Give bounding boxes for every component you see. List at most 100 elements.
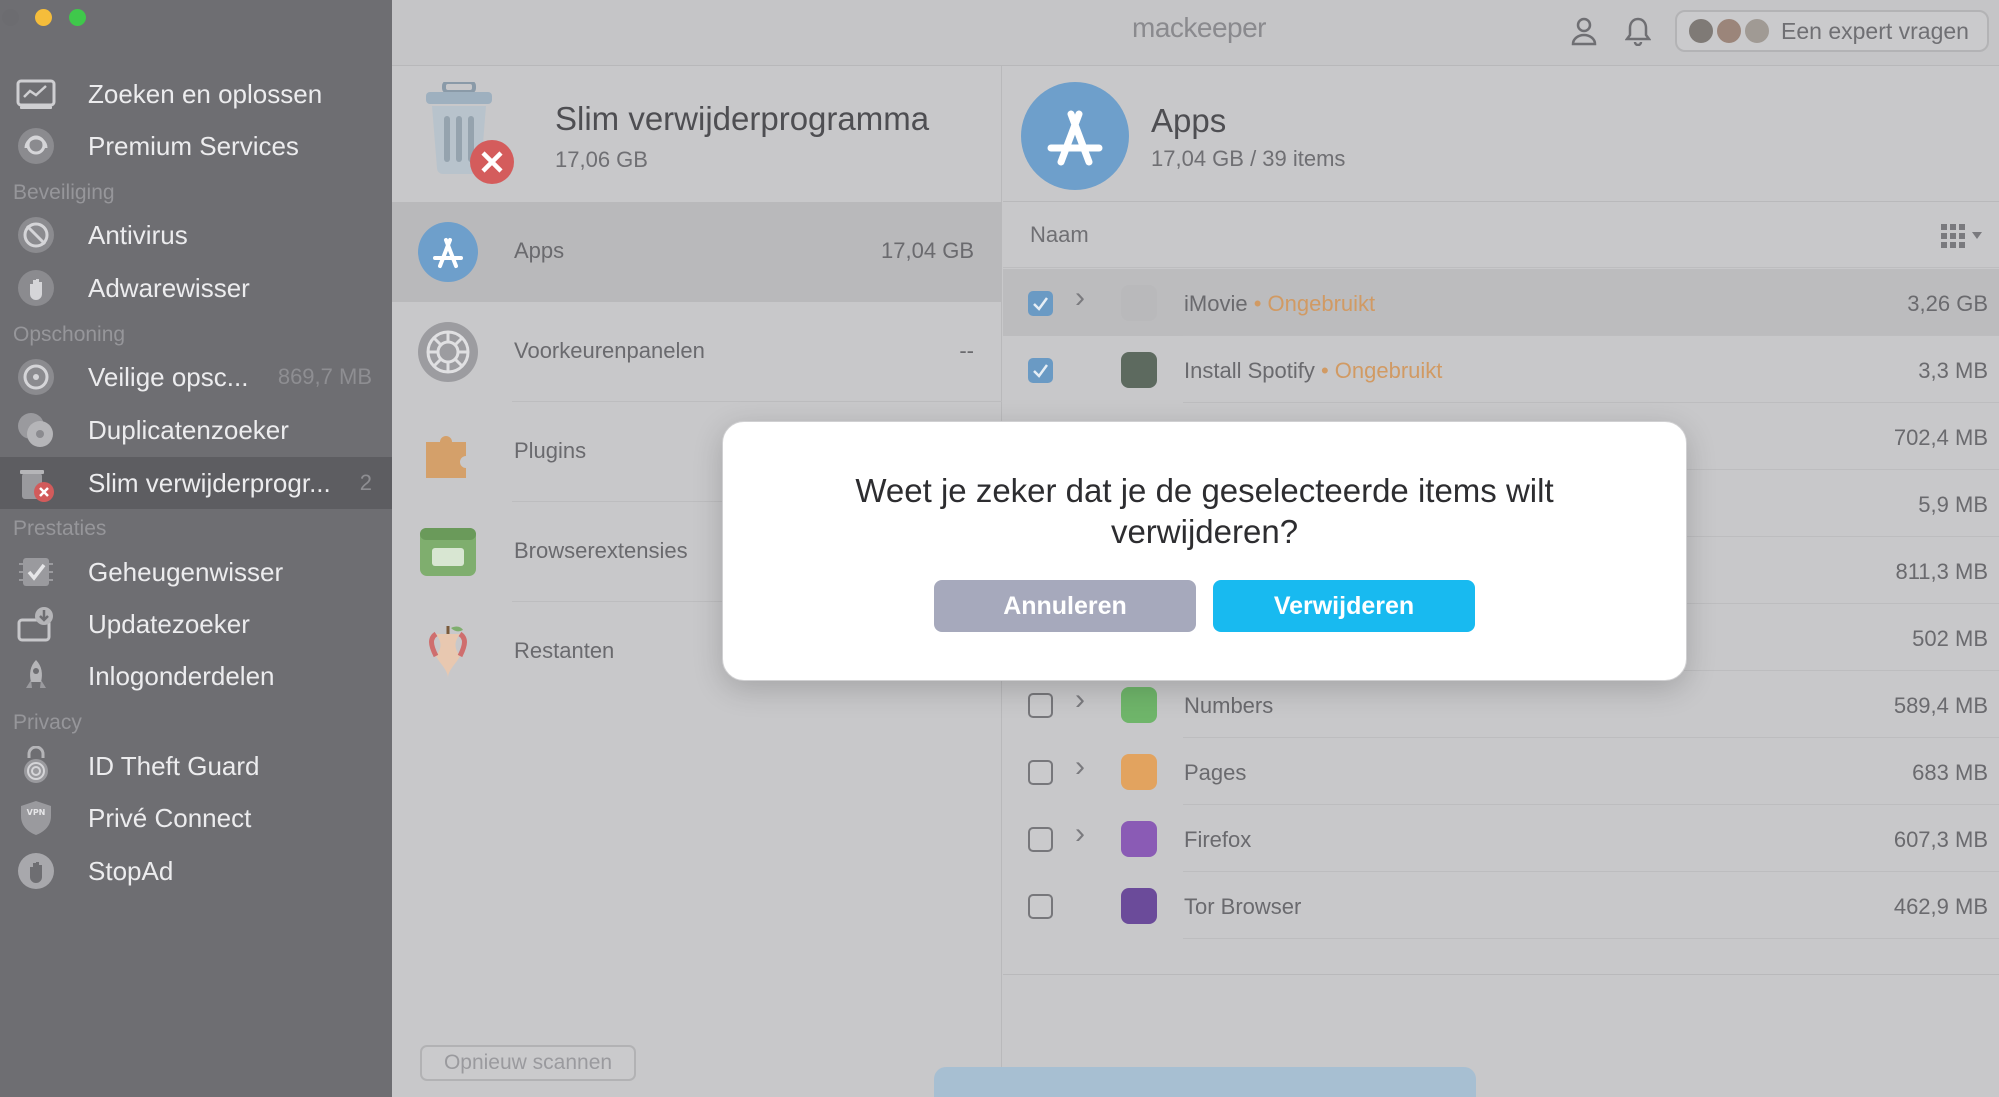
headset-icon	[14, 124, 58, 168]
row-name: Install Spotify • Ongebruikt	[1184, 358, 1442, 384]
sidebar-item-duplicatenzoeker[interactable]: Duplicatenzoeker	[0, 404, 392, 456]
row-size: 702,4 MB	[1893, 425, 1988, 450]
cancel-button[interactable]: Annuleren	[934, 580, 1196, 632]
app-name: Pages	[1184, 760, 1247, 785]
table-row[interactable]: Install Spotify • Ongebruikt 3,3 MB	[1003, 336, 1999, 403]
rescan-button[interactable]: Opnieuw scannen	[420, 1045, 636, 1081]
sidebar-item-adwarewisser[interactable]: Adwarewisser	[0, 262, 392, 314]
expand-chevron-icon[interactable]: ›	[1075, 817, 1085, 851]
sidebar-item-label: Zoeken en oplossen	[88, 78, 323, 109]
row-checkbox[interactable]	[1028, 291, 1053, 316]
table-row[interactable]: › Pages 683 MB	[1003, 738, 1999, 805]
row-size: 3,26 GB	[1907, 291, 1988, 316]
column-name-header[interactable]: Naam	[1030, 222, 1089, 248]
row-name: Pages	[1184, 760, 1246, 786]
row-checkbox[interactable]	[1028, 894, 1053, 919]
browser-window-icon	[418, 522, 478, 582]
sidebar-item-label: Geheugenwisser	[88, 556, 284, 587]
row-size: 5,9 MB	[1918, 492, 1988, 517]
app-name: Firefox	[1184, 827, 1252, 852]
expand-chevron-icon[interactable]: ›	[1075, 281, 1085, 315]
row-size: 3,3 MB	[1918, 358, 1988, 383]
tor-icon	[1121, 888, 1157, 924]
trash-x-icon	[14, 461, 58, 505]
category-voorkeurenpanelen[interactable]: Voorkeurenpanelen --	[392, 302, 1002, 402]
title-bar: mackeeper Een expert vragen	[392, 0, 1999, 66]
avatar	[1715, 17, 1743, 45]
row-size: 502 MB	[1912, 626, 1988, 651]
disk-cleanup-icon	[14, 355, 58, 399]
apple-core-icon	[418, 622, 478, 682]
items-header: Apps 17,04 GB / 39 items	[1003, 66, 1999, 202]
expand-chevron-icon[interactable]: ›	[1075, 683, 1085, 717]
sidebar-item-prive-connect[interactable]: VPN Privé Connect	[0, 792, 392, 844]
sidebar-item-antivirus[interactable]: Antivirus	[0, 209, 392, 261]
minimize-window-button[interactable]	[35, 9, 52, 26]
trash-x-icon	[420, 80, 516, 186]
numbers-icon	[1121, 687, 1157, 723]
sidebar-item-inlogonderdelen[interactable]: Inlogonderdelen	[0, 650, 392, 702]
vpn-shield-icon: VPN	[14, 796, 58, 840]
row-checkbox[interactable]	[1028, 358, 1053, 383]
row-name: iMovie • Ongebruikt	[1184, 291, 1375, 317]
row-name: Firefox	[1184, 827, 1251, 853]
module-title: Slim verwijderprogramma	[555, 100, 930, 137]
sidebar-item-label: Veilige opsc...	[88, 361, 249, 392]
close-window-button[interactable]	[2, 9, 19, 26]
confirm-delete-button[interactable]: Verwijderen	[1213, 580, 1475, 632]
divider	[1003, 974, 1999, 975]
app-store-icon	[1021, 82, 1129, 190]
sidebar-item-geheugenwisser[interactable]: Geheugenwisser	[0, 546, 392, 598]
bell-icon[interactable]	[1621, 14, 1655, 48]
pages-icon	[1121, 754, 1157, 790]
category-label: Voorkeurenpanelen	[514, 338, 705, 363]
stop-hand-icon	[14, 849, 58, 893]
memory-check-icon	[14, 550, 58, 594]
ask-expert-label: Een expert vragen	[1781, 17, 1969, 44]
row-checkbox[interactable]	[1028, 693, 1053, 718]
hand-icon	[14, 266, 58, 310]
row-checkbox[interactable]	[1028, 760, 1053, 785]
ask-expert-button[interactable]: Een expert vragen	[1675, 10, 1989, 52]
sidebar-item-label: StopAd	[88, 855, 174, 886]
sidebar-item-count: 2	[359, 470, 372, 495]
row-checkbox[interactable]	[1028, 827, 1053, 852]
app-name: Tor Browser	[1184, 894, 1302, 919]
sidebar-item-id-theft-guard[interactable]: ID Theft Guard	[0, 740, 392, 792]
delete-selection-button[interactable]: SELECTIE VERWIJDEREN	[934, 1067, 1476, 1097]
svg-text:VPN: VPN	[27, 808, 46, 817]
sidebar-item-veilige-opschoning[interactable]: Veilige opsc... 869,7 MB	[0, 351, 392, 403]
row-size: 683 MB	[1912, 760, 1988, 785]
sidebar-item-label: Premium Services	[88, 130, 299, 161]
sidebar-item-zoeken[interactable]: Zoeken en oplossen	[0, 68, 392, 120]
zoom-window-button[interactable]	[69, 9, 86, 26]
category-size: 17,04 GB	[881, 238, 974, 263]
table-row[interactable]: Tor Browser 462,9 MB	[1003, 872, 1999, 939]
divider	[1183, 938, 1999, 939]
grid-view-icon[interactable]	[1939, 222, 1985, 255]
row-name: Tor Browser	[1184, 894, 1301, 920]
sidebar-item-stopad[interactable]: StopAd	[0, 845, 392, 897]
row-name: Numbers	[1184, 693, 1273, 719]
imovie-icon	[1121, 285, 1157, 321]
category-label: Restanten	[514, 638, 615, 663]
expand-chevron-icon[interactable]: ›	[1075, 750, 1085, 784]
user-icon[interactable]	[1567, 14, 1601, 48]
items-subtitle: 17,04 GB / 39 items	[1151, 146, 1346, 171]
brand-logo: mackeeper	[1132, 12, 1267, 43]
table-row[interactable]: › Firefox 607,3 MB	[1003, 805, 1999, 872]
sidebar-item-updatezoeker[interactable]: Updatezoeker	[0, 598, 392, 650]
table-row[interactable]: › Numbers 589,4 MB	[1003, 671, 1999, 738]
category-label: Apps	[514, 238, 565, 263]
category-apps[interactable]: Apps 17,04 GB	[392, 202, 1002, 302]
tag-separator: •	[1314, 358, 1335, 383]
app-name: iMovie	[1184, 291, 1248, 316]
table-row[interactable]: › iMovie • Ongebruikt 3,26 GB	[1003, 269, 1999, 336]
duplicates-icon	[14, 408, 58, 452]
sidebar-item-premium[interactable]: Premium Services	[0, 120, 392, 172]
dialog-question: Weet je zeker dat je de geselecteerde it…	[855, 472, 1554, 550]
confirm-dialog: Weet je zeker dat je de geselecteerde it…	[722, 421, 1687, 681]
antivirus-icon	[14, 213, 58, 257]
items-title: Apps	[1151, 102, 1227, 139]
sidebar-item-slim-verwijderprogramma[interactable]: Slim verwijderprogr... 2	[0, 457, 392, 509]
